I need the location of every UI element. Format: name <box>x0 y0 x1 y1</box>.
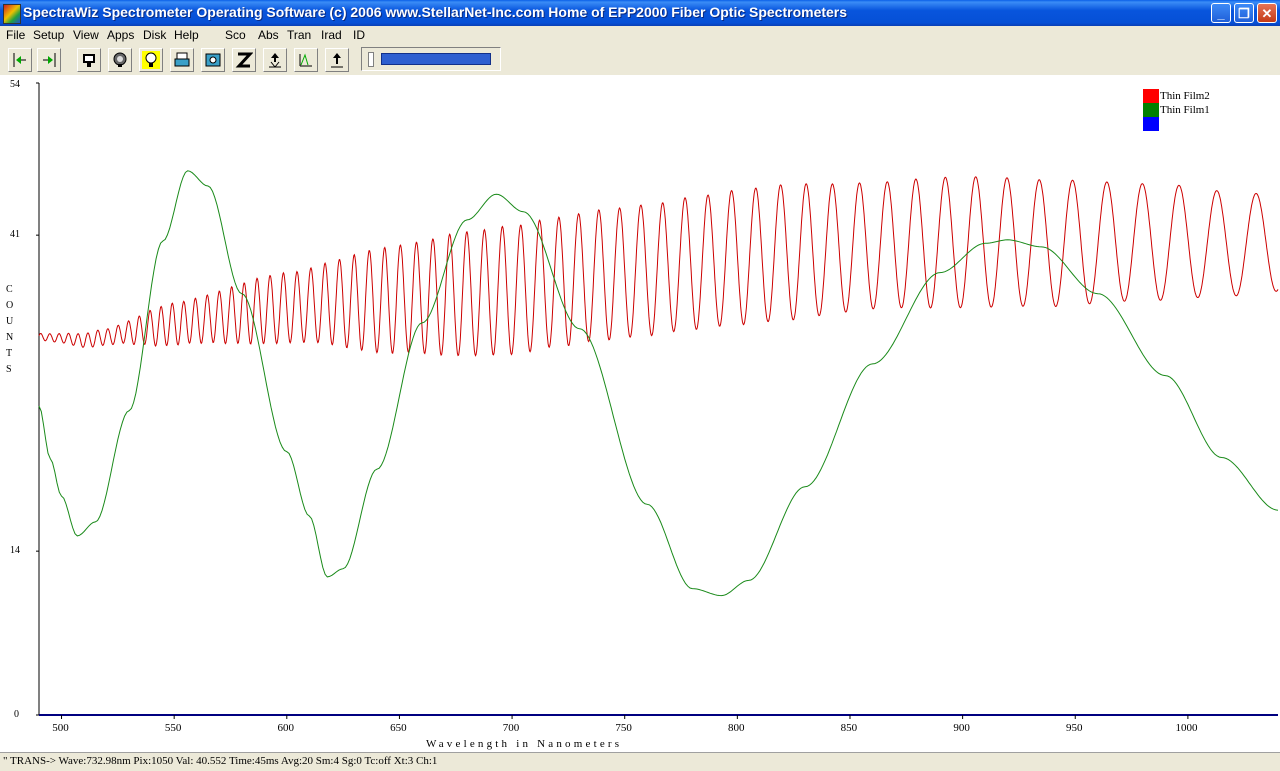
peak-icon <box>299 53 312 67</box>
legend-swatch-thin-film1 <box>1143 103 1159 117</box>
menu-id[interactable]: ID <box>353 28 365 42</box>
app-icon[interactable] <box>3 4 21 24</box>
menu-setup[interactable]: Setup <box>33 28 64 42</box>
legend-label-thin-film2: Thin Film2 <box>1160 90 1210 102</box>
x-tick-label: 900 <box>953 722 970 734</box>
series-line-2 <box>38 170 1279 597</box>
eye-icon <box>113 52 127 67</box>
menu-abs[interactable]: Abs <box>258 28 279 42</box>
status-bar: " TRANS-> Wave:732.98nm Pix:1050 Val: 40… <box>0 752 1280 771</box>
status-text: " TRANS-> Wave:732.98nm Pix:1050 Val: 40… <box>3 755 438 767</box>
legend-swatch-series3 <box>1143 117 1159 131</box>
title-bar: SpectraWiz Spectrometer Operating Softwa… <box>0 0 1280 26</box>
y-tick-label: 54 <box>10 79 20 90</box>
series-line-1 <box>38 176 1279 357</box>
x-tick-label: 650 <box>390 722 407 734</box>
menu-apps[interactable]: Apps <box>107 28 134 42</box>
spectrum-chart[interactable] <box>0 75 1280 752</box>
progress-fill <box>381 53 491 65</box>
y-tick-label: 0 <box>14 709 19 720</box>
upload-icon <box>269 53 281 68</box>
menu-bar: File Setup View Apps Disk Help Sco Abs T… <box>0 26 1280 45</box>
eye-button[interactable] <box>108 48 132 72</box>
x-tick-label: 850 <box>840 722 858 734</box>
menu-disk[interactable]: Disk <box>143 28 166 42</box>
y-tick-label: 41 <box>10 229 20 241</box>
legend-swatch-thin-film2 <box>1143 89 1159 103</box>
zero-button[interactable] <box>232 48 256 72</box>
x-axis-label: Wavelength in Nanometers <box>426 738 623 750</box>
next-button[interactable] <box>37 48 61 72</box>
printer-icon <box>174 52 190 67</box>
x-tick-label: 800 <box>728 722 745 734</box>
x-tick-label: 750 <box>615 722 632 734</box>
x-tick-label: 1000 <box>1175 722 1198 734</box>
bulb-button[interactable] <box>139 48 163 72</box>
upload-button[interactable] <box>263 48 287 72</box>
monitor-icon <box>83 54 95 67</box>
x-tick-label: 600 <box>277 722 295 734</box>
next-icon <box>43 53 56 67</box>
x-tick-label: 550 <box>164 722 182 734</box>
y-tick-label: 14 <box>10 545 20 557</box>
menu-view[interactable]: View <box>73 28 99 42</box>
menu-file[interactable]: File <box>6 28 25 42</box>
monitor-button[interactable] <box>77 48 101 72</box>
export-button[interactable] <box>325 48 349 72</box>
toolbar <box>0 45 1280 75</box>
menu-tran[interactable]: Tran <box>287 28 311 42</box>
y-axis-label: COUNTS <box>6 284 14 375</box>
window-title: SpectraWiz Spectrometer Operating Softwa… <box>23 4 848 20</box>
minimize-button[interactable]: _ <box>1211 3 1231 23</box>
prev-button[interactable] <box>8 48 32 72</box>
x-tick-label: 700 <box>502 722 520 734</box>
camera-button[interactable] <box>201 48 225 72</box>
progress-handle[interactable] <box>368 52 374 67</box>
menu-irad[interactable]: Irad <box>321 28 342 42</box>
progress-bar <box>361 47 501 71</box>
legend-label-thin-film1: Thin Film1 <box>1160 104 1210 116</box>
prev-icon <box>13 53 26 67</box>
export-icon <box>331 53 343 68</box>
menu-sco[interactable]: Sco <box>225 28 246 42</box>
printer-button[interactable] <box>170 48 194 72</box>
maximize-button[interactable]: ❐ <box>1234 3 1254 23</box>
z-icon <box>235 52 253 68</box>
peak-button[interactable] <box>294 48 318 72</box>
close-button[interactable]: ✕ <box>1257 3 1277 23</box>
menu-help[interactable]: Help <box>174 28 199 42</box>
x-tick-label: 950 <box>1065 722 1083 734</box>
bulb-icon <box>142 51 160 69</box>
x-tick-label: 500 <box>52 722 69 734</box>
camera-icon <box>205 53 221 67</box>
